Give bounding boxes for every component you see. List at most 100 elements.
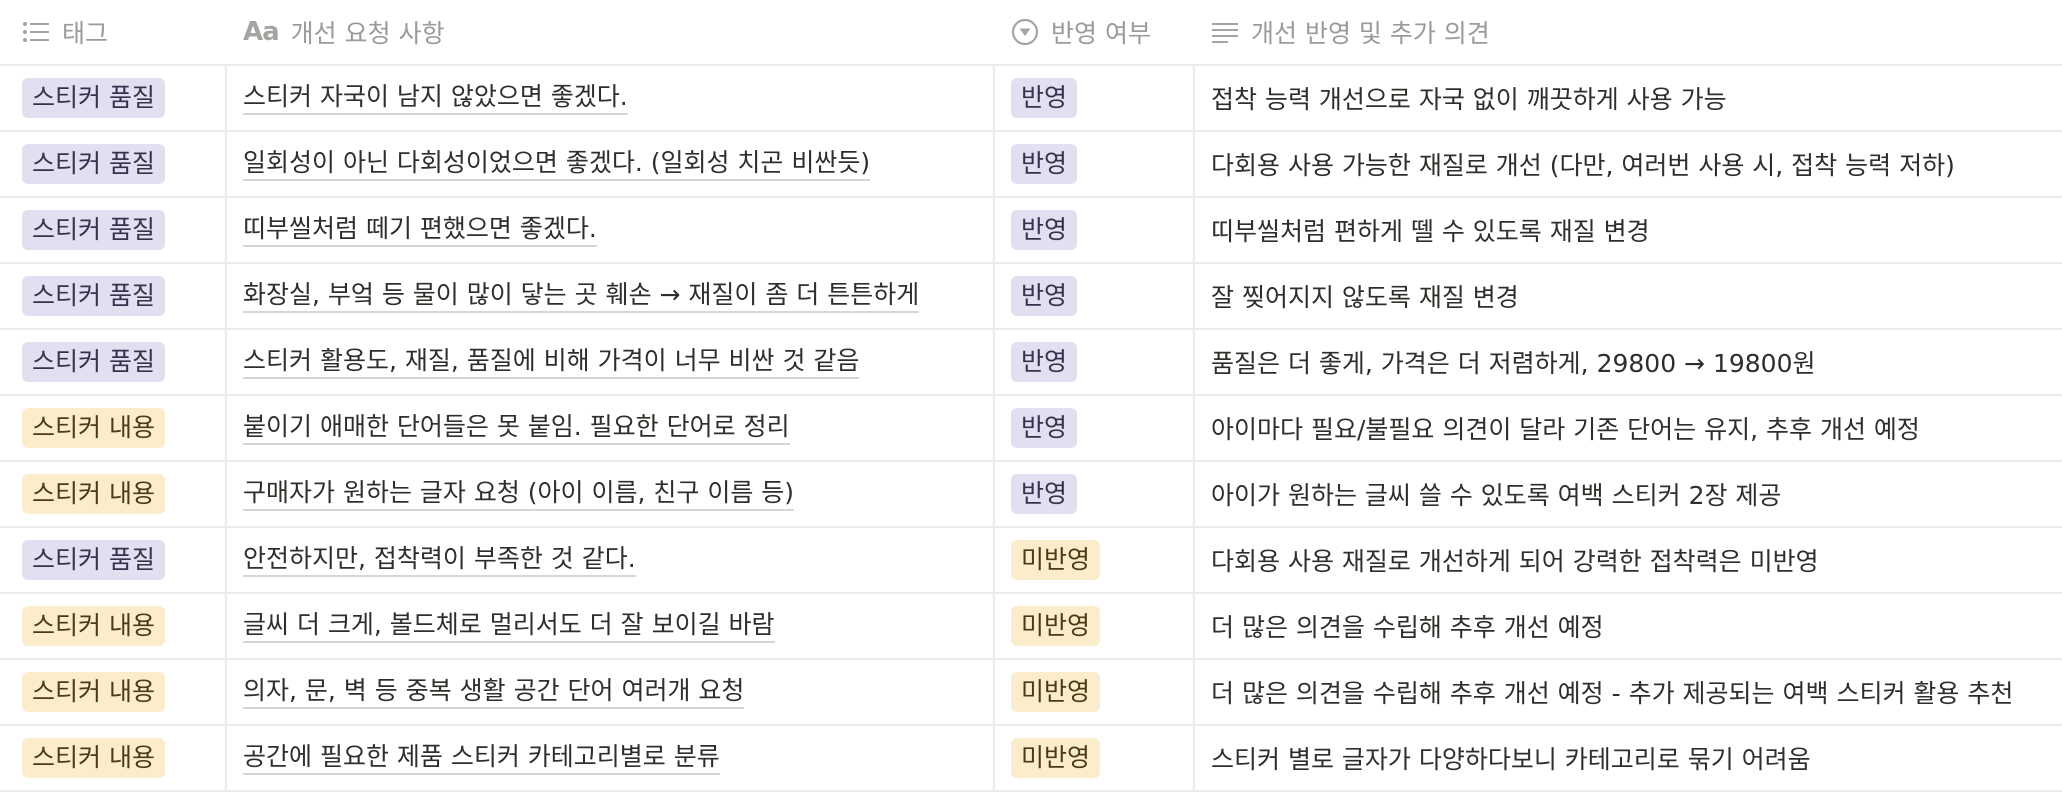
column-header-status[interactable]: 반영 여부: [995, 0, 1195, 64]
feedback-table: 태그 Aa 개선 요청 사항 반영 여부 개선 반영 및 추가 의견 스티커 품…: [0, 0, 2062, 792]
status-cell[interactable]: 미반영: [995, 528, 1195, 592]
status-cell[interactable]: 반영: [995, 462, 1195, 526]
request-cell[interactable]: 글씨 더 크게, 볼드체로 멀리서도 더 잘 보이길 바람: [227, 594, 995, 658]
status-cell[interactable]: 반영: [995, 198, 1195, 262]
request-title[interactable]: 띠부씰처럼 떼기 편했으면 좋겠다.: [243, 214, 597, 247]
status-cell[interactable]: 반영: [995, 132, 1195, 196]
status-cell[interactable]: 미반영: [995, 660, 1195, 724]
request-cell[interactable]: 붙이기 애매한 단어들은 못 붙임. 필요한 단어로 정리: [227, 396, 995, 460]
table-row[interactable]: 스티커 품질 일회성이 아닌 다회성이었으면 좋겠다. (일회성 치곤 비싼듯)…: [0, 132, 2062, 198]
table-row[interactable]: 스티커 내용 글씨 더 크게, 볼드체로 멀리서도 더 잘 보이길 바람 미반영…: [0, 594, 2062, 660]
table-row[interactable]: 스티커 내용 의자, 문, 벽 등 중복 생활 공간 단어 여러개 요청 미반영…: [0, 660, 2062, 726]
status-badge: 반영: [1011, 210, 1078, 250]
status-badge: 반영: [1011, 78, 1078, 118]
request-cell[interactable]: 안전하지만, 접착력이 부족한 것 같다.: [227, 528, 995, 592]
table-row[interactable]: 스티커 품질 스티커 활용도, 재질, 품질에 비해 가격이 너무 비싼 것 같…: [0, 330, 2062, 396]
note-text: 아이마다 필요/불필요 의견이 달라 기존 단어는 유지, 추후 개선 예정: [1211, 415, 1920, 444]
note-text: 스티커 별로 글자가 다양하다보니 카테고리로 묶기 어려움: [1211, 745, 1811, 774]
request-cell[interactable]: 스티커 자국이 남지 않았으면 좋겠다.: [227, 66, 995, 130]
list-icon: [22, 21, 50, 43]
status-cell[interactable]: 반영: [995, 396, 1195, 460]
status-cell[interactable]: 반영: [995, 264, 1195, 328]
request-title[interactable]: 스티커 활용도, 재질, 품질에 비해 가격이 너무 비싼 것 같음: [243, 346, 860, 379]
request-title[interactable]: 구매자가 원하는 글자 요청 (아이 이름, 친구 이름 등): [243, 478, 795, 511]
column-header-label: 개선 반영 및 추가 의견: [1251, 19, 1490, 48]
status-cell[interactable]: 미반영: [995, 594, 1195, 658]
status-badge: 미반영: [1011, 540, 1101, 580]
table-row[interactable]: 스티커 품질 스티커 자국이 남지 않았으면 좋겠다. 반영 접착 능력 개선으…: [0, 66, 2062, 132]
request-title[interactable]: 일회성이 아닌 다회성이었으면 좋겠다. (일회성 치곤 비싼듯): [243, 148, 871, 181]
text-aa-icon: Aa: [243, 17, 280, 47]
status-badge: 미반영: [1011, 606, 1101, 646]
column-header-label: 반영 여부: [1051, 19, 1151, 48]
table-row[interactable]: 스티커 품질 화장실, 부엌 등 물이 많이 닿는 곳 훼손 → 재질이 좀 더…: [0, 264, 2062, 330]
note-text: 아이가 원하는 글씨 쓸 수 있도록 여백 스티커 2장 제공: [1211, 481, 1782, 510]
column-header-tag[interactable]: 태그: [0, 0, 227, 64]
note-text: 품질은 더 좋게, 가격은 더 저렴하게, 29800 → 19800원: [1211, 349, 1816, 378]
note-text: 띠부씰처럼 편하게 뗄 수 있도록 재질 변경: [1211, 217, 1650, 246]
tag-cell[interactable]: 스티커 내용: [0, 660, 227, 724]
note-cell[interactable]: 다회용 사용 재질로 개선하게 되어 강력한 접착력은 미반영: [1195, 528, 2062, 592]
tag-cell[interactable]: 스티커 내용: [0, 594, 227, 658]
request-title[interactable]: 붙이기 애매한 단어들은 못 붙임. 필요한 단어로 정리: [243, 412, 790, 445]
request-cell[interactable]: 일회성이 아닌 다회성이었으면 좋겠다. (일회성 치곤 비싼듯): [227, 132, 995, 196]
table-row[interactable]: 스티커 내용 구매자가 원하는 글자 요청 (아이 이름, 친구 이름 등) 반…: [0, 462, 2062, 528]
tag-cell[interactable]: 스티커 품질: [0, 528, 227, 592]
tag-cell[interactable]: 스티커 품질: [0, 330, 227, 394]
note-text: 더 많은 의견을 수립해 추후 개선 예정 - 추가 제공되는 여백 스티커 활…: [1211, 679, 2014, 708]
tag-cell[interactable]: 스티커 품질: [0, 66, 227, 130]
status-badge: 반영: [1011, 474, 1078, 514]
note-text: 다회용 사용 재질로 개선하게 되어 강력한 접착력은 미반영: [1211, 547, 1819, 576]
note-cell[interactable]: 아이가 원하는 글씨 쓸 수 있도록 여백 스티커 2장 제공: [1195, 462, 2062, 526]
request-title[interactable]: 공간에 필요한 제품 스티커 카테고리별로 분류: [243, 742, 720, 775]
request-title[interactable]: 화장실, 부엌 등 물이 많이 닿는 곳 훼손 → 재질이 좀 더 튼튼하게: [243, 280, 920, 313]
table-row[interactable]: 스티커 품질 안전하지만, 접착력이 부족한 것 같다. 미반영 다회용 사용 …: [0, 528, 2062, 594]
tag-badge: 스티커 품질: [22, 276, 165, 316]
tag-badge: 스티커 내용: [22, 738, 165, 778]
request-title[interactable]: 스티커 자국이 남지 않았으면 좋겠다.: [243, 82, 628, 115]
note-cell[interactable]: 아이마다 필요/불필요 의견이 달라 기존 단어는 유지, 추후 개선 예정: [1195, 396, 2062, 460]
note-cell[interactable]: 접착 능력 개선으로 자국 없이 깨끗하게 사용 가능: [1195, 66, 2062, 130]
note-text: 접착 능력 개선으로 자국 없이 깨끗하게 사용 가능: [1211, 85, 1727, 114]
note-cell[interactable]: 더 많은 의견을 수립해 추후 개선 예정: [1195, 594, 2062, 658]
column-header-note[interactable]: 개선 반영 및 추가 의견: [1195, 0, 2062, 64]
request-cell[interactable]: 스티커 활용도, 재질, 품질에 비해 가격이 너무 비싼 것 같음: [227, 330, 995, 394]
status-select-icon: [1011, 18, 1039, 46]
tag-cell[interactable]: 스티커 품질: [0, 198, 227, 262]
status-cell[interactable]: 반영: [995, 330, 1195, 394]
tag-cell[interactable]: 스티커 내용: [0, 396, 227, 460]
column-header-label: 개선 요청 사항: [290, 19, 445, 48]
tag-badge: 스티커 품질: [22, 144, 165, 184]
tag-badge: 스티커 내용: [22, 672, 165, 712]
tag-cell[interactable]: 스티커 내용: [0, 726, 227, 790]
status-cell[interactable]: 미반영: [995, 726, 1195, 790]
table-row[interactable]: 스티커 내용 붙이기 애매한 단어들은 못 붙임. 필요한 단어로 정리 반영 …: [0, 396, 2062, 462]
request-cell[interactable]: 공간에 필요한 제품 스티커 카테고리별로 분류: [227, 726, 995, 790]
request-cell[interactable]: 띠부씰처럼 떼기 편했으면 좋겠다.: [227, 198, 995, 262]
request-title[interactable]: 안전하지만, 접착력이 부족한 것 같다.: [243, 544, 636, 577]
column-header-request[interactable]: Aa 개선 요청 사항: [227, 0, 995, 64]
note-text: 더 많은 의견을 수립해 추후 개선 예정: [1211, 613, 1604, 642]
status-cell[interactable]: 반영: [995, 66, 1195, 130]
table-header: 태그 Aa 개선 요청 사항 반영 여부 개선 반영 및 추가 의견: [0, 0, 2062, 66]
tag-cell[interactable]: 스티커 내용: [0, 462, 227, 526]
tag-badge: 스티커 품질: [22, 210, 165, 250]
note-cell[interactable]: 띠부씰처럼 편하게 뗄 수 있도록 재질 변경: [1195, 198, 2062, 262]
note-cell[interactable]: 더 많은 의견을 수립해 추후 개선 예정 - 추가 제공되는 여백 스티커 활…: [1195, 660, 2062, 724]
tag-cell[interactable]: 스티커 품질: [0, 132, 227, 196]
table-row[interactable]: 스티커 내용 공간에 필요한 제품 스티커 카테고리별로 분류 미반영 스티커 …: [0, 726, 2062, 792]
note-cell[interactable]: 잘 찢어지지 않도록 재질 변경: [1195, 264, 2062, 328]
request-cell[interactable]: 화장실, 부엌 등 물이 많이 닿는 곳 훼손 → 재질이 좀 더 튼튼하게: [227, 264, 995, 328]
request-cell[interactable]: 구매자가 원하는 글자 요청 (아이 이름, 친구 이름 등): [227, 462, 995, 526]
tag-cell[interactable]: 스티커 품질: [0, 264, 227, 328]
note-text: 다회용 사용 가능한 재질로 개선 (다만, 여러번 사용 시, 접착 능력 저…: [1211, 151, 1955, 180]
status-badge: 반영: [1011, 144, 1078, 184]
note-cell[interactable]: 품질은 더 좋게, 가격은 더 저렴하게, 29800 → 19800원: [1195, 330, 2062, 394]
request-title[interactable]: 글씨 더 크게, 볼드체로 멀리서도 더 잘 보이길 바람: [243, 610, 775, 643]
note-cell[interactable]: 스티커 별로 글자가 다양하다보니 카테고리로 묶기 어려움: [1195, 726, 2062, 790]
note-cell[interactable]: 다회용 사용 가능한 재질로 개선 (다만, 여러번 사용 시, 접착 능력 저…: [1195, 132, 2062, 196]
request-title[interactable]: 의자, 문, 벽 등 중복 생활 공간 단어 여러개 요청: [243, 676, 745, 709]
request-cell[interactable]: 의자, 문, 벽 등 중복 생활 공간 단어 여러개 요청: [227, 660, 995, 724]
tag-badge: 스티커 내용: [22, 408, 165, 448]
table-row[interactable]: 스티커 품질 띠부씰처럼 떼기 편했으면 좋겠다. 반영 띠부씰처럼 편하게 뗄…: [0, 198, 2062, 264]
